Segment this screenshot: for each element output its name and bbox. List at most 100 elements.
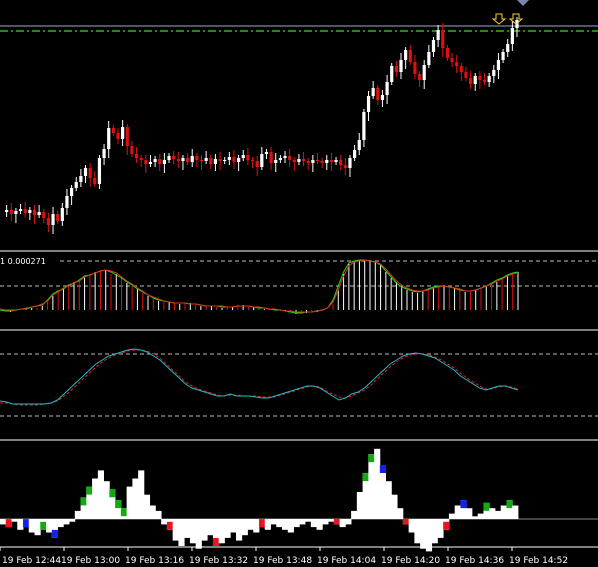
histogram-bar [351, 510, 358, 519]
histogram-bar [276, 519, 283, 528]
histogram-bar [322, 519, 329, 525]
candle-body [121, 127, 125, 139]
candle-body [339, 160, 343, 165]
candle-body [394, 66, 398, 72]
histogram-bar [293, 519, 300, 528]
histogram-bar [138, 470, 145, 519]
time-label: 19 Feb 14:36 [445, 556, 504, 566]
histogram-bar [282, 519, 289, 530]
candle-body [320, 161, 324, 163]
candle-body [139, 158, 143, 160]
candle-body [190, 156, 194, 162]
candle-body [408, 50, 412, 62]
candle-body [417, 74, 422, 80]
candle-body [181, 158, 185, 161]
candle-body [288, 156, 292, 160]
candle-body [459, 66, 463, 72]
candle-body [343, 165, 347, 168]
histogram-bar [92, 478, 99, 519]
candle-body [469, 78, 473, 84]
histogram-bar [328, 519, 335, 522]
histogram-bar [454, 505, 461, 519]
candle-body [427, 52, 431, 65]
candle-body [134, 154, 139, 158]
histogram-bar [310, 519, 317, 528]
candle-body [158, 159, 162, 164]
candle-body [250, 160, 255, 161]
time-label: 19 Feb 12:44 [2, 556, 61, 566]
candle-body [37, 212, 41, 215]
histogram-bar [195, 519, 202, 549]
candle-body [464, 72, 468, 78]
histogram-bar [368, 454, 375, 519]
time-label: 19 Feb 13:16 [125, 556, 184, 566]
histogram-bar [477, 513, 484, 519]
candle-body [185, 158, 190, 162]
candle-body [371, 88, 375, 96]
candle-body [329, 160, 334, 162]
histogram-bar [241, 519, 248, 536]
histogram-bar [339, 519, 346, 528]
indicator-label: 1 0.000271 [0, 257, 46, 266]
histogram-bar [149, 505, 156, 519]
candle-body [18, 209, 23, 211]
histogram-bar [247, 519, 254, 530]
candle-body [278, 158, 282, 160]
candle-body [366, 96, 371, 112]
histogram-bar-accent [379, 465, 387, 473]
histogram-bar-accent [23, 519, 30, 528]
candle-body [246, 155, 250, 160]
candle-body [65, 196, 69, 208]
histogram-bar [184, 519, 191, 538]
candle-body [102, 149, 106, 158]
histogram-bar [391, 494, 398, 519]
candle-body [153, 159, 157, 162]
histogram-bar-accent [86, 486, 93, 495]
candle-body [14, 211, 18, 214]
candle-body [334, 160, 338, 162]
time-label: 19 Feb 13:00 [61, 556, 120, 566]
candle-body [5, 210, 9, 212]
candle-body [79, 176, 83, 182]
histogram-bar [379, 465, 387, 519]
histogram-bar [34, 519, 41, 536]
histogram-bar [437, 519, 444, 538]
candle-body [315, 160, 320, 161]
candle-body [111, 128, 115, 133]
candle-body [297, 159, 301, 162]
candle-body [255, 161, 259, 167]
histogram-bar-accent [362, 473, 369, 482]
candle-body [306, 161, 310, 163]
candle-body [274, 160, 278, 163]
histogram-bar [408, 519, 415, 533]
time-label: 19 Feb 14:04 [317, 556, 376, 566]
histogram-bar [161, 519, 168, 525]
candle-body [487, 76, 491, 82]
time-label: 19 Feb 14:20 [381, 556, 440, 566]
histogram-bar-accent [109, 489, 116, 498]
histogram-bar-accent [51, 529, 58, 538]
histogram-bar [512, 505, 519, 519]
candle-body [348, 158, 352, 168]
histogram-bar-accent [5, 519, 12, 528]
histogram-bar-accent [212, 538, 220, 546]
candle-body [167, 156, 171, 160]
candle-body [209, 158, 213, 164]
histogram-bar [494, 510, 502, 519]
histogram-bar [287, 519, 294, 533]
candle-body [501, 52, 505, 60]
histogram-bar [201, 519, 208, 541]
time-label: 19 Feb 13:32 [189, 556, 248, 566]
candle-body [232, 157, 236, 162]
histogram-bar-accent [166, 521, 174, 530]
histogram-bar [414, 519, 421, 544]
candle-body [473, 76, 477, 84]
histogram-bar [230, 519, 237, 533]
candle-body [51, 214, 55, 225]
histogram-bar [97, 470, 104, 519]
histogram-bar-accent [80, 497, 87, 506]
candle-body [353, 150, 357, 158]
candle-body [56, 214, 60, 221]
candle-body [325, 160, 329, 163]
trading-chart[interactable]: 1 0.000271 19 Feb 12:44 19 Feb 13:00 19 … [0, 0, 598, 567]
